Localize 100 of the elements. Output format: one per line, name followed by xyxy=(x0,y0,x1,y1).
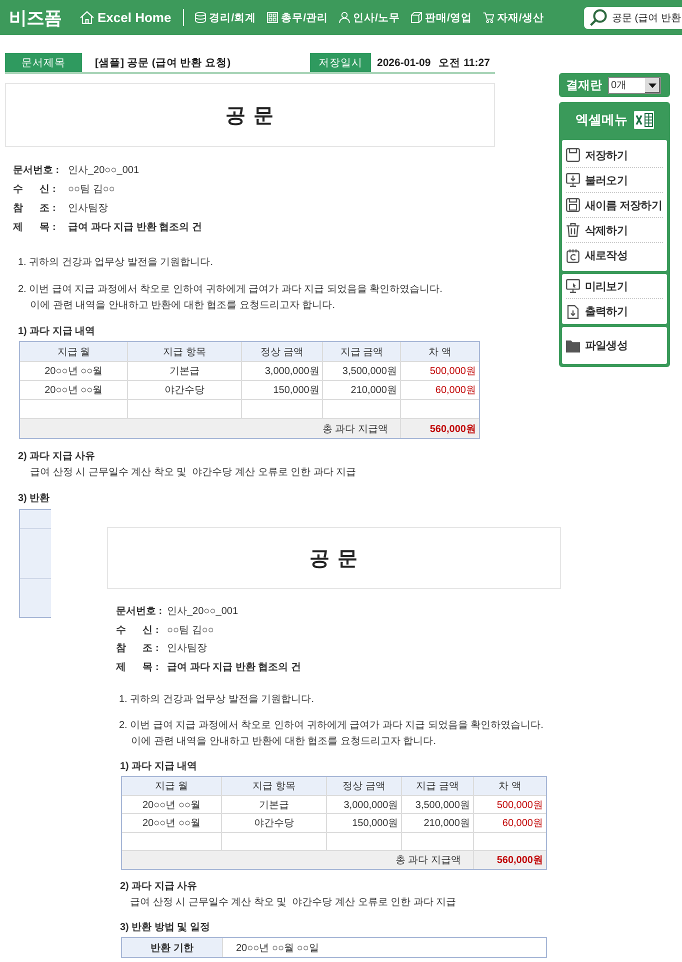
table-cell: 210,000원 xyxy=(402,814,474,833)
field-value: 급여 과다 지급 반환 협조의 건 xyxy=(167,661,301,674)
menu-item[interactable]: 불러오기 xyxy=(566,168,663,193)
table-cell: 3,500,000원 xyxy=(323,362,401,381)
house-icon xyxy=(80,11,94,24)
reason-text: 급여 산정 시 근무일수 계산 착오 및 야간수당 계산 오류로 인한 과다 지급 xyxy=(130,896,456,910)
table-cell: 20○○년 ○○월 xyxy=(122,796,222,814)
menu-item[interactable]: 출력하기 xyxy=(566,299,663,324)
approval-count-dropdown[interactable]: 0개 xyxy=(608,76,661,94)
document-heading: 공 문 xyxy=(310,546,358,572)
person-icon xyxy=(339,12,350,23)
nav-menu-item[interactable]: 인사/노무 xyxy=(339,10,400,24)
field-value: 인사팀장 xyxy=(167,642,207,656)
database-icon xyxy=(195,12,206,23)
row-header: 반환 기한 xyxy=(122,938,223,958)
table-cell xyxy=(20,529,51,579)
search-icon xyxy=(590,9,607,26)
column-header: 정상 금액 xyxy=(242,342,324,362)
notepad-icon xyxy=(566,248,580,262)
field-value: 급여 과다 지급 반환 협조의 건 xyxy=(68,221,202,234)
section-heading: 1) 과다 지급 내역 xyxy=(18,325,96,339)
table-cell: 3,000,000원 xyxy=(242,362,324,381)
table-cell: 500,000원 xyxy=(474,796,546,814)
table-cell xyxy=(20,510,51,529)
dropdown-arrow-icon xyxy=(645,78,660,92)
table-cell: 20○○년 ○○월 xyxy=(20,381,128,400)
document-title: [샘플] 공문 (급여 반환 요청) xyxy=(95,56,231,70)
spreadsheet-icon xyxy=(634,110,654,128)
save-date-label: 저장일시 xyxy=(310,53,371,72)
field-value: 인사_20○○_001 xyxy=(68,164,140,177)
paragraph: 1. 귀하의 건강과 업무상 발전을 기원합니다. xyxy=(119,692,314,707)
paragraph: 2. 이번 급여 지급 과정에서 착오로 인하여 귀하에게 급여가 과다 지급 되었음을 확인하였습니다. 이에 관련 내역을 안내하고 반환에 대한 협조를 요청드리고자 합니다. xyxy=(119,718,544,749)
field-label: 문서번호 : xyxy=(13,164,60,177)
total-label-cell: 총 과다 지급액 xyxy=(122,850,474,870)
table-cell: 20○○년 ○○월 xyxy=(122,814,222,833)
grid-icon xyxy=(267,12,278,23)
column-header: 지급 항목 xyxy=(222,776,327,796)
table-cell: 3,000,000원 xyxy=(326,796,402,814)
nav-menu-item[interactable]: 총무/관리 xyxy=(267,10,328,24)
table-cell: 3,500,000원 xyxy=(402,796,474,814)
table-cell: 60,000원 xyxy=(400,381,479,400)
search-field[interactable]: 공문 (급여 반환 xyxy=(584,6,682,28)
column-header: 지급 월 xyxy=(122,776,222,796)
table-cell: 20○○년 ○○월 xyxy=(20,362,128,381)
monitor-arrow-icon xyxy=(566,173,580,187)
table-cell: 500,000원 xyxy=(400,362,479,381)
field-label: 문서번호 : xyxy=(116,604,164,618)
table-cell: 기본급 xyxy=(128,362,242,381)
nav-menu-item[interactable]: 경리/회계 xyxy=(195,10,256,24)
field-value: ○○팀 김○○ xyxy=(167,624,214,637)
column-header: 정상 금액 xyxy=(326,776,402,796)
table-cell: 60,000원 xyxy=(474,814,546,833)
total-amount-cell: 560,000원 xyxy=(400,419,479,438)
table-cell: 야간수당 xyxy=(128,381,242,400)
document-heading: 공 문 xyxy=(226,104,274,128)
column-header: 지급 항목 xyxy=(128,342,242,362)
cart-icon xyxy=(482,12,494,23)
menu-item[interactable]: 삭제하기 xyxy=(566,218,663,243)
logo[interactable]: 비즈폼 xyxy=(9,6,62,30)
section-heading: 3) 반환 xyxy=(18,492,50,506)
paragraph: 1. 귀하의 건강과 업무상 발전을 기원합니다. xyxy=(18,256,214,270)
field-label: 참 조 : xyxy=(116,642,160,656)
approval-label: 결재란 xyxy=(566,76,602,94)
folder-icon xyxy=(566,338,580,352)
menu-item[interactable]: 저장하기 xyxy=(566,143,663,168)
field-label: 제 목 : xyxy=(116,661,160,674)
nav-menu-item[interactable]: 자재/생산 xyxy=(482,10,544,24)
table-cell: 150,000원 xyxy=(242,381,324,400)
field-value: 인사_20○○_001 xyxy=(167,604,238,618)
save-date: 2026-01-09 xyxy=(377,56,431,68)
table-cell-text: 20○○년 ○○월 ○○일 xyxy=(235,942,320,956)
field-label: 수 신 : xyxy=(13,183,57,196)
excel-menu-title: 엑셀메뉴 xyxy=(576,110,628,128)
menu-item[interactable]: 미리보기 xyxy=(566,274,663,299)
trash-icon xyxy=(566,223,580,237)
document-title-label: 문서제목 xyxy=(5,53,82,72)
column-header: 차 액 xyxy=(474,776,546,796)
field-value: 인사팀장 xyxy=(68,202,108,215)
paragraph: 2. 이번 급여 지급 과정에서 착오로 인하여 귀하에게 급여가 과다 지급 되었음을 확인하였습니다. 이에 관련 내역을 안내하고 반환에 대한 협조를 요청드리고자 합니다. xyxy=(18,283,442,313)
field-label: 참 조 : xyxy=(13,202,57,215)
table-cell: 기본급 xyxy=(222,796,327,814)
field-label: 제 목 : xyxy=(13,221,57,234)
field-label: 수 신 : xyxy=(116,624,160,637)
table-cell: 210,000원 xyxy=(323,381,401,400)
section-heading: 1) 과다 지급 내역 xyxy=(120,760,198,774)
column-header: 지급 금액 xyxy=(323,342,401,362)
section-heading: 2) 과다 지급 사유 xyxy=(18,450,96,464)
menu-item[interactable]: 새로작성 xyxy=(566,243,663,268)
nav-menu-item[interactable]: 판매/영업 xyxy=(410,10,472,24)
excel-home-link[interactable]: Excel Home xyxy=(80,10,172,25)
menu-item[interactable]: 새이름 저장하기 xyxy=(566,193,663,218)
column-header: 지급 월 xyxy=(20,342,128,362)
table-cell: 150,000원 xyxy=(326,814,402,833)
reason-text: 급여 산정 시 근무일수 계산 착오 및 야간수당 계산 오류로 인한 과다 지급 xyxy=(30,466,356,480)
save-time: 오전 11:27 xyxy=(438,56,490,70)
field-value: ○○팀 김○○ xyxy=(68,183,115,196)
menu-item[interactable]: 파일생성 xyxy=(566,333,663,358)
column-header: 차 액 xyxy=(400,342,479,362)
document-icon xyxy=(566,304,580,318)
monitor-icon xyxy=(566,279,580,293)
